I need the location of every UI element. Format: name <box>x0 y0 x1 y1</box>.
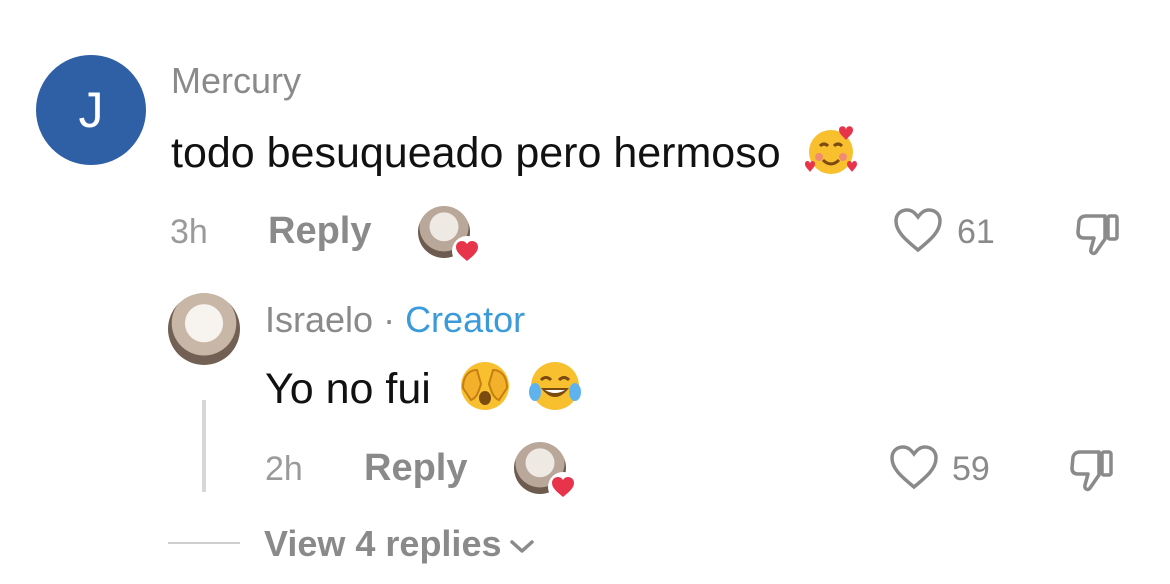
creator-liked-avatar <box>514 442 578 502</box>
username[interactable]: Israelo <box>265 299 373 341</box>
reply-header: Israelo · Creator <box>265 299 525 341</box>
creator-liked-avatar <box>418 206 482 266</box>
timestamp: 3h <box>170 213 208 251</box>
separator-dot: · <box>383 299 396 340</box>
thread-line <box>202 400 206 492</box>
chevron-down-icon <box>509 523 535 565</box>
like-count: 59 <box>952 450 990 488</box>
tears-of-joy-icon <box>527 358 583 425</box>
dislike-icon[interactable] <box>1066 442 1118 499</box>
heart-badge-icon <box>548 472 578 502</box>
like-heart-icon[interactable] <box>892 206 944 259</box>
reply-button[interactable]: Reply <box>364 447 467 490</box>
comment-text-content: todo besuqueado pero hermoso <box>171 128 781 177</box>
creator-badge: Creator <box>405 299 526 340</box>
smiling-face-with-hearts-icon <box>803 122 859 189</box>
face-with-hand-over-eyes-icon <box>457 358 513 425</box>
creator-avatar[interactable] <box>168 293 240 365</box>
comment-text: todo besuqueado pero hermoso <box>171 122 859 189</box>
avatar[interactable]: J <box>36 55 146 165</box>
reply-button[interactable]: Reply <box>268 210 371 253</box>
avatar-initial: J <box>78 82 104 138</box>
dislike-icon[interactable] <box>1072 206 1124 263</box>
username[interactable]: Mercury <box>171 60 301 102</box>
like-count: 61 <box>957 213 995 251</box>
comment-text: Yo no fui <box>265 358 583 425</box>
heart-badge-icon <box>452 236 482 266</box>
comment-text-content: Yo no fui <box>265 364 431 413</box>
like-heart-icon[interactable] <box>888 443 940 496</box>
view-replies-button[interactable]: View 4 replies <box>264 523 535 565</box>
view-replies-divider <box>168 542 240 544</box>
timestamp: 2h <box>265 450 303 488</box>
view-replies-label: View 4 replies <box>264 523 502 564</box>
